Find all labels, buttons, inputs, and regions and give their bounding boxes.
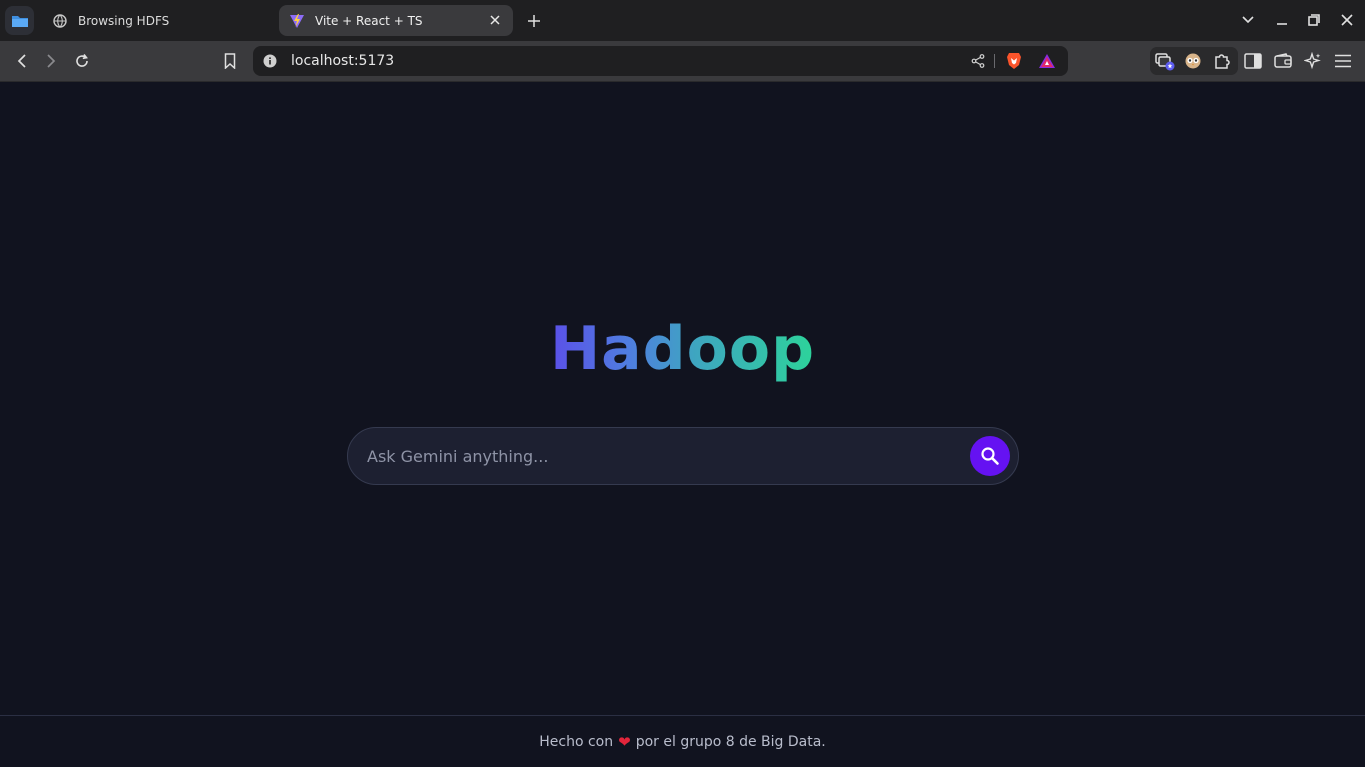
bookmark-icon[interactable]: [220, 51, 240, 71]
tab-vite-react-ts[interactable]: Vite + React + TS: [279, 5, 513, 36]
url-text[interactable]: localhost:5173: [291, 53, 394, 69]
footer-suffix: por el grupo 8 de Big Data.: [635, 733, 826, 750]
extension-owl-icon[interactable]: [1183, 51, 1203, 71]
brave-rewards-icon[interactable]: [1038, 52, 1056, 70]
tab-browsing-hdfs[interactable]: Browsing HDFS: [42, 5, 272, 36]
globe-icon: [52, 13, 68, 29]
footer-prefix: Hecho con: [539, 733, 614, 750]
menu-icon[interactable]: [1333, 51, 1353, 71]
search-button[interactable]: [970, 436, 1010, 476]
puzzle-icon[interactable]: [1212, 51, 1232, 71]
share-icon[interactable]: [969, 52, 987, 70]
page-title: Hadoop: [549, 314, 816, 384]
search-box: [347, 427, 1019, 485]
vite-icon: [289, 13, 305, 29]
back-button[interactable]: [12, 51, 32, 71]
forward-button[interactable]: [41, 51, 61, 71]
reload-button[interactable]: [72, 51, 92, 71]
sidebar-icon[interactable]: [1243, 51, 1263, 71]
search-icon: [981, 447, 999, 465]
browser-toolbar: localhost:5173: [0, 41, 1365, 82]
separator: [994, 54, 995, 68]
close-icon[interactable]: [487, 12, 503, 28]
close-window-icon[interactable]: [1339, 12, 1355, 28]
search-input[interactable]: [367, 428, 957, 484]
heart-icon: ❤: [618, 732, 631, 751]
new-tab-button[interactable]: [524, 11, 544, 31]
leo-ai-icon[interactable]: [1303, 51, 1323, 71]
browser-tab-bar: Browsing HDFS Vite + React + TS: [0, 0, 1365, 41]
folder-icon[interactable]: [5, 6, 34, 35]
restore-icon[interactable]: [1306, 12, 1322, 28]
minimize-icon[interactable]: [1274, 12, 1290, 28]
chevron-down-icon[interactable]: [1240, 12, 1256, 28]
page-content: Hadoop Hecho con ❤ por el grupo 8 de Big…: [0, 82, 1365, 767]
tab-manager-icon[interactable]: [1155, 51, 1175, 71]
address-bar[interactable]: localhost:5173: [253, 46, 1068, 76]
footer: Hecho con ❤ por el grupo 8 de Big Data.: [0, 715, 1365, 767]
wallet-icon[interactable]: [1273, 51, 1293, 71]
tab-title: Browsing HDFS: [78, 13, 170, 28]
brave-shields-icon[interactable]: [1005, 52, 1023, 70]
info-icon[interactable]: [262, 53, 278, 69]
tab-title: Vite + React + TS: [315, 13, 423, 28]
